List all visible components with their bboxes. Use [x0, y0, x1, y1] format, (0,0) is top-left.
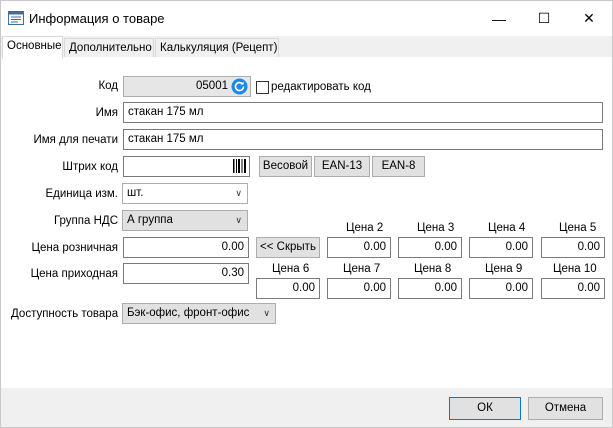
unit-select[interactable]: шт. ∨ [122, 183, 248, 204]
tab-additional[interactable]: Дополнительно [64, 38, 154, 58]
product-info-window: Информация о товаре — ☐ ✕ Основные Допол… [0, 0, 613, 428]
price-6-label: Цена 6 [272, 263, 310, 275]
edit-code-label: редактировать код [271, 81, 371, 93]
chevron-down-icon: ∨ [235, 188, 242, 198]
price-3-field[interactable]: 0.00 [398, 237, 462, 258]
price-10-label: Цена 10 [553, 263, 597, 275]
close-button[interactable]: ✕ [566, 1, 612, 36]
price-8-field[interactable]: 0.00 [398, 278, 462, 299]
price-5-field[interactable]: 0.00 [541, 237, 605, 258]
refresh-icon[interactable] [231, 78, 248, 95]
app-window-icon [8, 11, 24, 25]
code-label: Код [98, 80, 118, 92]
retail-price-field[interactable]: 0.00 [123, 237, 249, 258]
retail-price-label: Цена розничная [31, 242, 118, 254]
edit-code-checkbox[interactable] [256, 81, 269, 94]
window-title: Информация о товаре [29, 11, 165, 26]
ean8-button[interactable]: EAN-8 [372, 156, 425, 177]
tab-calculation[interactable]: Калькуляция (Рецепт) [155, 38, 279, 58]
dialog-footer: ОК Отмена [1, 388, 612, 427]
minimize-button[interactable]: — [476, 1, 522, 36]
hide-prices-button[interactable]: << Скрыть [256, 237, 320, 258]
cancel-button[interactable]: Отмена [528, 397, 603, 420]
barcode-icon[interactable] [233, 159, 246, 173]
vat-label: Группа НДС [53, 215, 118, 227]
price-7-field[interactable]: 0.00 [327, 278, 391, 299]
price-4-label: Цена 4 [488, 222, 526, 234]
price-2-field[interactable]: 0.00 [327, 237, 391, 258]
vat-select-value: А группа [127, 214, 173, 226]
price-9-label: Цена 9 [485, 263, 523, 275]
availability-label: Доступность товара [11, 308, 119, 320]
ok-button[interactable]: ОК [449, 397, 521, 420]
price-8-label: Цена 8 [414, 263, 452, 275]
price-4-field[interactable]: 0.00 [469, 237, 533, 258]
price-3-label: Цена 3 [417, 222, 455, 234]
price-10-field[interactable]: 0.00 [541, 278, 605, 299]
chevron-down-icon: ∨ [235, 215, 242, 225]
price-9-field[interactable]: 0.00 [469, 278, 533, 299]
vat-select[interactable]: А группа ∨ [122, 210, 248, 231]
title-bar: Информация о товаре — ☐ ✕ [1, 1, 612, 36]
purchase-price-label: Цена приходная [30, 268, 118, 280]
ean13-button[interactable]: EAN-13 [314, 156, 370, 177]
chevron-down-icon: ∨ [263, 308, 270, 318]
availability-select-value: Бэк-офис, фронт-офис [127, 307, 250, 319]
purchase-price-field[interactable]: 0.30 [123, 263, 249, 284]
price-2-label: Цена 2 [346, 222, 384, 234]
unit-label: Единица изм. [45, 188, 118, 200]
barcode-field[interactable] [123, 156, 250, 177]
tab-main[interactable]: Основные [2, 36, 63, 59]
price-5-label: Цена 5 [559, 222, 597, 234]
barcode-label: Штрих код [62, 161, 118, 173]
name-label: Имя [95, 107, 118, 119]
price-6-field[interactable]: 0.00 [256, 278, 320, 299]
weight-button[interactable]: Весовой [259, 156, 312, 177]
availability-select[interactable]: Бэк-офис, фронт-офис ∨ [122, 303, 276, 324]
tab-bar: Основные Дополнительно Калькуляция (Реце… [1, 36, 612, 59]
main-tab-content: Код 05001 редактировать код Имя стакан 1… [1, 57, 612, 388]
price-7-label: Цена 7 [343, 263, 381, 275]
print-name-label: Имя для печати [33, 134, 118, 146]
unit-select-value: шт. [127, 187, 144, 199]
maximize-button[interactable]: ☐ [521, 1, 567, 36]
print-name-field[interactable]: стакан 175 мл [123, 129, 603, 150]
name-field[interactable]: стакан 175 мл [123, 102, 603, 123]
